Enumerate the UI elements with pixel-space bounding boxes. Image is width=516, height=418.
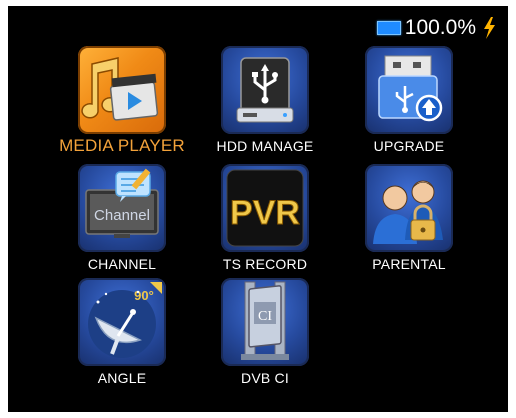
media-player-icon [78,46,166,134]
menu-item-media-player[interactable]: MEDIA PLAYER [42,46,192,170]
battery-icon [376,21,401,35]
menu-item-ts-record[interactable]: PVR TS RECORD [185,164,335,288]
menu-item-hdd-manage[interactable]: HDD MANAGE [185,46,335,170]
menu-label: UPGRADE [373,138,445,154]
tv-channel-icon: Channel [78,164,166,252]
menu-label: DVB CI [241,370,289,386]
channel-icon-text: Channel [94,207,150,224]
status-bar: 100.0% [376,16,496,40]
pvr-icon: PVR [221,164,309,252]
menu-item-angle[interactable]: 90° ANGLE [42,278,192,402]
menu-screen: 100.0% MEDIA PLAYER HDD MANAGE UPGRADE C… [8,6,508,412]
menu-item-dvb-ci[interactable]: CI DVB CI [185,278,335,402]
usb-drive-icon [221,46,309,134]
menu-label: PARENTAL [372,256,446,272]
battery-percent: 100.0% [404,16,476,39]
menu-item-channel[interactable]: Channel CHANNEL [42,164,192,288]
lightning-bolt-icon [484,17,495,39]
menu-item-parental[interactable]: PARENTAL [329,164,479,288]
menu-label: ANGLE [97,370,147,386]
pvr-icon-text: PVR [230,194,300,232]
menu-item-upgrade[interactable]: UPGRADE [329,46,479,170]
menu-label: TS RECORD [222,256,308,272]
satellite-dish-icon: 90° [78,278,166,366]
parental-lock-icon [365,164,453,252]
menu-label: MEDIA PLAYER [59,136,185,155]
ci-card-icon: CI [221,278,309,366]
ci-icon-text: CI [258,309,272,324]
usb-upgrade-icon [365,46,453,134]
angle-icon-text: 90° [134,288,154,303]
menu-label: CHANNEL [87,256,157,272]
menu-label: HDD MANAGE [216,138,314,154]
